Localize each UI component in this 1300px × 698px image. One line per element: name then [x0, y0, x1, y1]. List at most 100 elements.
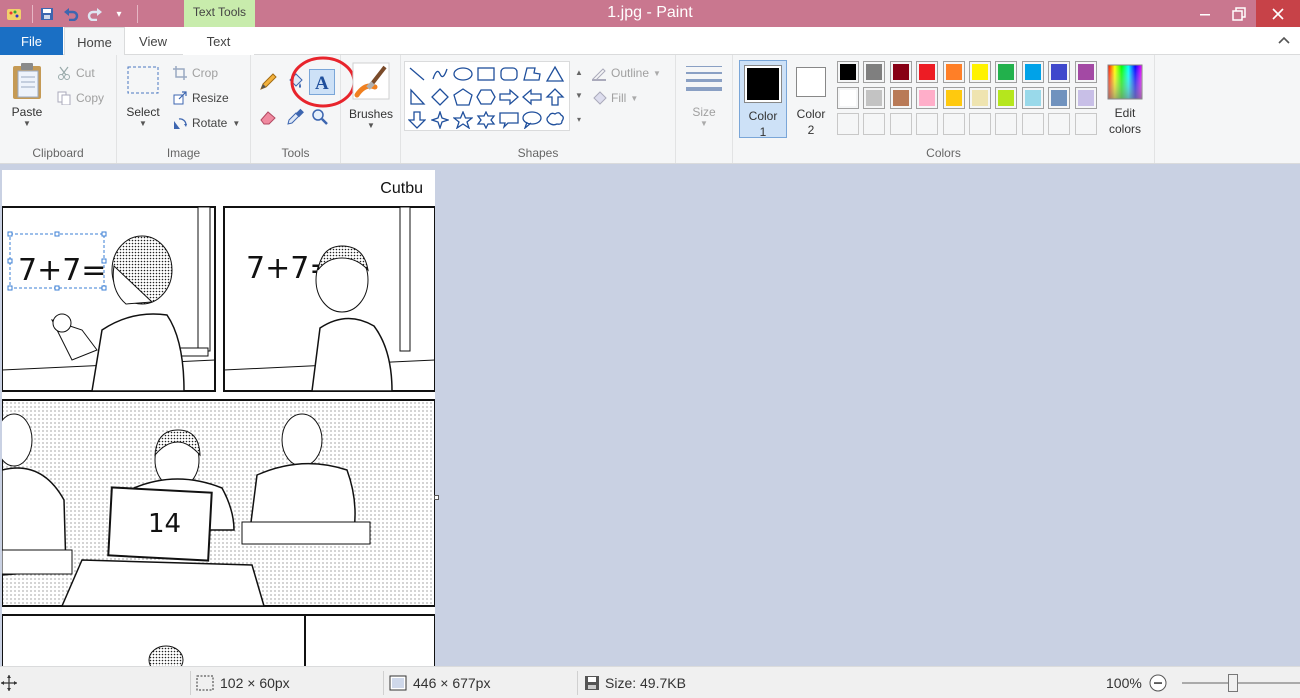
palette-swatch[interactable]: [863, 87, 886, 109]
brushes-button[interactable]: Brushes ▼: [345, 61, 397, 130]
five-point-star-shape[interactable]: [452, 109, 474, 131]
palette-swatch[interactable]: [837, 87, 859, 109]
fill-dropdown-arrow[interactable]: ▼: [630, 94, 638, 103]
restore-button[interactable]: [1222, 0, 1256, 27]
rotate-button[interactable]: Rotate ▼: [172, 113, 240, 133]
palette-swatch[interactable]: [995, 87, 1018, 109]
paint-app-icon[interactable]: [4, 4, 24, 24]
copy-button[interactable]: Copy: [56, 88, 104, 108]
shapes-scroll[interactable]: ▲ ▼ ▾: [572, 61, 586, 131]
tab-view[interactable]: View: [125, 27, 181, 55]
outline-dropdown-arrow[interactable]: ▼: [653, 69, 661, 78]
pentagon-shape[interactable]: [452, 86, 474, 108]
up-arrow-shape[interactable]: [544, 86, 566, 108]
palette-swatch[interactable]: [1074, 61, 1097, 83]
customize-qat-icon[interactable]: ▾: [109, 4, 129, 24]
color1-button[interactable]: Color 1: [739, 60, 787, 139]
palette-swatch[interactable]: [1048, 61, 1071, 83]
close-button[interactable]: [1256, 0, 1300, 27]
palette-swatch[interactable]: [1021, 87, 1044, 109]
rounded-rectangle-shape[interactable]: [498, 63, 520, 85]
palette-swatch[interactable]: [1074, 113, 1097, 135]
palette-swatch[interactable]: [916, 87, 939, 109]
right-triangle-shape[interactable]: [406, 86, 428, 108]
paste-dropdown-arrow[interactable]: ▼: [6, 119, 48, 128]
palette-swatch[interactable]: [863, 61, 886, 83]
scroll-down-icon[interactable]: ▼: [575, 91, 583, 100]
canvas-resize-handle[interactable]: [434, 495, 439, 500]
zoom-slider[interactable]: [1182, 667, 1300, 698]
palette-swatch[interactable]: [1021, 113, 1044, 135]
palette-swatch[interactable]: [969, 87, 991, 109]
palette-swatch[interactable]: [916, 61, 939, 83]
palette-swatch[interactable]: [969, 61, 991, 83]
triangle-shape[interactable]: [544, 63, 566, 85]
oval-callout-shape[interactable]: [521, 109, 543, 131]
palette-swatch[interactable]: [995, 61, 1018, 83]
select-dropdown-arrow[interactable]: ▼: [123, 119, 163, 128]
four-point-star-shape[interactable]: [429, 109, 451, 131]
paste-button[interactable]: Paste ▼: [6, 61, 48, 128]
fill-button[interactable]: Fill ▼: [591, 88, 638, 108]
cut-button[interactable]: Cut: [56, 63, 95, 83]
zoom-out-button[interactable]: [1149, 667, 1167, 698]
palette-swatch[interactable]: [995, 113, 1018, 135]
crop-button[interactable]: Crop: [172, 63, 218, 83]
tab-text[interactable]: Text: [183, 27, 254, 55]
rectangle-shape[interactable]: [475, 63, 497, 85]
curve-shape[interactable]: [429, 63, 451, 85]
palette-swatch[interactable]: [916, 113, 939, 135]
polygon-shape[interactable]: [521, 63, 543, 85]
tab-file[interactable]: File: [0, 27, 63, 55]
save-icon[interactable]: [37, 4, 57, 24]
color2-label-line1: Color: [796, 107, 826, 121]
palette-swatch[interactable]: [837, 61, 859, 83]
palette-swatch[interactable]: [969, 113, 991, 135]
zoom-slider-thumb[interactable]: [1228, 674, 1238, 692]
palette-swatch[interactable]: [1048, 113, 1071, 135]
size-button[interactable]: Size ▼: [682, 63, 726, 128]
hexagon-shape[interactable]: [475, 86, 497, 108]
left-arrow-shape[interactable]: [521, 86, 543, 108]
outline-button[interactable]: Outline ▼: [591, 63, 661, 83]
down-arrow-shape[interactable]: [406, 109, 428, 131]
expand-gallery-icon[interactable]: ▾: [577, 115, 581, 124]
brushes-dropdown-arrow[interactable]: ▼: [345, 121, 397, 130]
palette-swatch[interactable]: [889, 87, 912, 109]
palette-swatch[interactable]: [1021, 61, 1044, 83]
rect-callout-shape[interactable]: [498, 109, 520, 131]
palette-swatch[interactable]: [942, 113, 965, 135]
rotate-dropdown-arrow[interactable]: ▼: [232, 119, 240, 128]
drawing-canvas[interactable]: Cutbu 7+7= 7+7= 14: [2, 170, 435, 666]
oval-shape[interactable]: [452, 63, 474, 85]
canvas-workspace[interactable]: Cutbu 7+7= 7+7= 14: [0, 164, 1300, 666]
palette-swatch[interactable]: [889, 61, 912, 83]
palette-swatch[interactable]: [837, 113, 859, 135]
cloud-callout-shape[interactable]: [544, 109, 566, 131]
minimize-button[interactable]: [1188, 0, 1222, 27]
six-point-star-shape[interactable]: [475, 109, 497, 131]
redo-icon[interactable]: [85, 4, 105, 24]
palette-swatch[interactable]: [1048, 87, 1071, 109]
eraser-tool[interactable]: [257, 106, 279, 128]
palette-swatch[interactable]: [942, 61, 965, 83]
diamond-shape[interactable]: [429, 86, 451, 108]
line-shape[interactable]: [406, 63, 428, 85]
pencil-tool[interactable]: [257, 71, 279, 93]
palette-swatch[interactable]: [889, 113, 912, 135]
palette-swatch[interactable]: [942, 87, 965, 109]
size-dropdown-arrow[interactable]: ▼: [682, 119, 726, 128]
undo-icon[interactable]: [61, 4, 81, 24]
right-arrow-shape[interactable]: [498, 86, 520, 108]
hexagon-icon: [476, 89, 496, 105]
edit-colors-button[interactable]: Edit colors: [1101, 60, 1149, 138]
palette-swatch[interactable]: [863, 113, 886, 135]
tab-home[interactable]: Home: [64, 27, 125, 56]
select-rectangle-icon: [127, 66, 159, 94]
resize-button[interactable]: Resize: [172, 88, 229, 108]
collapse-ribbon-icon[interactable]: [1278, 32, 1290, 48]
palette-swatch[interactable]: [1074, 87, 1097, 109]
scroll-up-icon[interactable]: ▲: [575, 68, 583, 77]
color2-button[interactable]: Color 2: [789, 60, 833, 138]
select-button[interactable]: Select ▼: [123, 65, 163, 128]
